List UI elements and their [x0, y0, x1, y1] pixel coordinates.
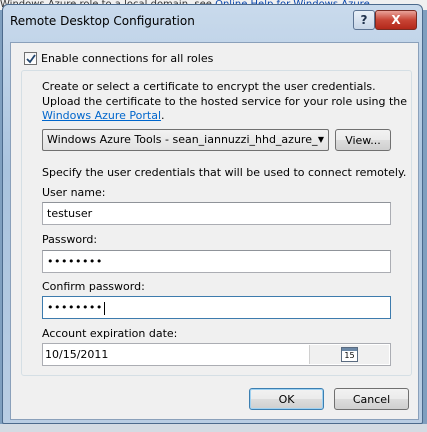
checkmark-icon: [26, 54, 36, 64]
close-button[interactable]: X: [375, 10, 417, 30]
credentials-intro: Specify the user credentials that will b…: [42, 166, 407, 179]
view-certificate-button[interactable]: View...: [335, 129, 391, 151]
confirm-password-label: Confirm password:: [42, 280, 145, 293]
ok-button[interactable]: OK: [249, 388, 324, 410]
confirm-password-value: ••••••••: [47, 301, 103, 314]
certificate-intro-line1: Create or select a certificate to encryp…: [42, 80, 376, 93]
calendar-icon: 15: [341, 347, 358, 362]
password-value: ••••••••: [47, 255, 103, 268]
chevron-down-icon: ▼: [317, 135, 324, 144]
password-input[interactable]: ••••••••: [42, 250, 391, 273]
enable-connections-label[interactable]: Enable connections for all roles: [41, 52, 213, 65]
password-label: Password:: [42, 233, 98, 246]
portal-link-row: Windows Azure Portal.: [42, 109, 165, 122]
username-label: User name:: [42, 186, 106, 199]
expiration-date-label: Account expiration date:: [42, 327, 178, 340]
username-input[interactable]: testuser: [42, 202, 391, 225]
ok-button-label: OK: [278, 392, 295, 406]
confirm-password-input[interactable]: ••••••••: [42, 296, 391, 319]
certificate-dropdown[interactable]: Windows Azure Tools - sean_iannuzzi_hhd_…: [42, 129, 329, 151]
calendar-dropdown-button[interactable]: 15: [309, 345, 389, 364]
expiration-date-picker[interactable]: 10/15/2011 15: [42, 343, 391, 366]
portal-link-suffix: .: [161, 109, 165, 122]
windows-azure-portal-link[interactable]: Windows Azure Portal: [42, 109, 161, 122]
certificate-intro-line2: Upload the certificate to the hosted ser…: [42, 95, 408, 108]
background-window-bottom: [0, 424, 427, 432]
certificate-selected-value: Windows Azure Tools - sean_iannuzzi_hhd_…: [47, 133, 318, 146]
help-button[interactable]: ?: [353, 10, 375, 30]
calendar-icon-day: 15: [344, 351, 355, 360]
text-caret: [103, 301, 105, 315]
help-icon: ?: [360, 13, 368, 27]
username-value: testuser: [47, 207, 93, 220]
expiration-date-value: 10/15/2011: [45, 348, 109, 361]
close-icon: X: [391, 13, 401, 27]
dialog-title: Remote Desktop Configuration: [10, 14, 195, 28]
enable-connections-checkbox[interactable]: [24, 52, 37, 65]
view-button-label: View...: [345, 133, 381, 147]
cancel-button[interactable]: Cancel: [334, 388, 409, 410]
cancel-button-label: Cancel: [352, 392, 391, 406]
